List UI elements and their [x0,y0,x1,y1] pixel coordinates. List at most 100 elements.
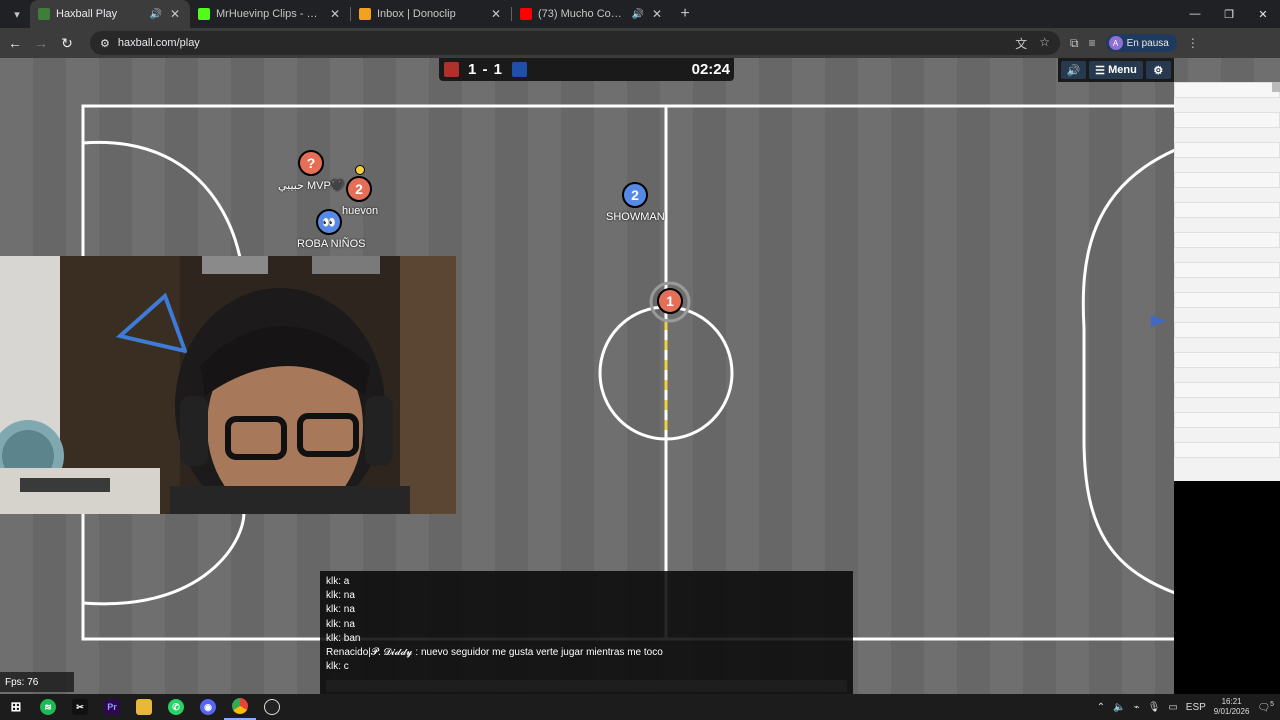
chrome-button[interactable] [224,694,256,720]
tab-kick-clips[interactable]: MrHuevinp Clips - Watch Live on ✕ [190,0,350,28]
haxball-favicon-icon [38,8,50,20]
toolbar-right: ⧉ ≡ A En pausa ⋮ [1070,34,1199,52]
desktop: ▾ Haxball Play 🔊 ✕ MrHuevinp Clips - Wat… [0,0,1280,720]
back-icon[interactable]: ← [2,30,28,56]
profile-button[interactable]: A En pausa [1105,34,1177,52]
reload-icon[interactable]: ↻ [54,30,80,56]
webcam-feed [0,256,456,514]
profile-status: En pausa [1126,37,1169,49]
wall-brick [1174,232,1280,248]
player-disc-blue: 👀 [316,209,342,235]
tab-haxball[interactable]: Haxball Play 🔊 ✕ [30,0,190,28]
close-tab-icon[interactable]: ✕ [489,7,503,21]
wall-brick [1174,352,1280,368]
game-menu-bar: 🔊 ☰ Menu ⚙ [1058,58,1174,82]
notifications-icon[interactable]: 🗨5 [1257,701,1274,713]
whatsapp-button[interactable]: ✆ [160,694,192,720]
bookmark-star-icon[interactable]: ☆ [1039,35,1050,52]
notification-count: 5 [1270,700,1274,708]
clock[interactable]: 16:21 9/01/2026 [1214,697,1250,717]
tab-donoclip[interactable]: Inbox | Donoclip ✕ [351,0,511,28]
close-tab-icon[interactable]: ✕ [168,7,182,21]
network-icon[interactable]: ⌁ [1134,702,1140,713]
volume-icon[interactable]: 🔈 [1113,702,1125,713]
minimize-icon[interactable]: — [1178,0,1212,28]
player-disc-red: 1 [657,288,683,314]
fps-counter: Fps: 76 [0,672,74,692]
menu-button[interactable]: ☰ Menu [1089,61,1143,79]
avatar: A [1108,36,1123,50]
player-disc-red: ? [298,150,324,176]
discord-button[interactable]: ◉ [192,694,224,720]
tab-title: MrHuevinp Clips - Watch Live on [216,8,322,20]
wall-brick [1174,382,1280,398]
capcut-button[interactable]: ✂ [64,694,96,720]
close-tab-icon[interactable]: ✕ [328,7,342,21]
close-window-icon[interactable]: ✕ [1246,0,1280,28]
wall-brick [1174,442,1280,458]
wall-brick [1174,202,1280,218]
player-name: حبيبي MVP🖤 [278,180,345,192]
game-canvas[interactable]: 1 - 1 02:24 🔊 ☰ Menu ⚙ ? حبيبي MVP🖤 2 hu… [0,58,1280,694]
media-controls-icon[interactable]: ≡ [1089,36,1096,50]
wall-brick [1174,172,1280,188]
file-explorer-button[interactable] [128,694,160,720]
obs-button[interactable] [256,694,288,720]
tab-title: Haxball Play [56,8,118,20]
folder-icon [136,699,152,715]
speaker-icon[interactable]: 🔊 [632,9,644,20]
display-icon[interactable]: ▭ [1168,702,1177,713]
translate-icon[interactable]: 文 [1015,35,1027,52]
spotify-button[interactable]: ≋ [32,694,64,720]
side-panel [1174,82,1280,481]
language-indicator[interactable]: ESP [1186,702,1206,713]
tray-overflow-icon[interactable]: ⌃ [1097,702,1105,713]
extensions-icon[interactable]: ⧉ [1070,36,1079,51]
window-controls: — ❐ ✕ [1178,0,1280,28]
chat-message: klk: a [326,576,350,587]
browser-toolbar: ← → ↻ ⚙ haxball.com/play 文 ☆ ⧉ ≡ A En pa… [0,28,1280,58]
chat-message: klk: na [326,604,355,616]
close-tab-icon[interactable]: ✕ [650,7,664,21]
donoclip-favicon-icon [359,8,371,20]
clock-date: 9/01/2026 [1213,707,1250,716]
player-name: SHOWMAN [606,211,665,223]
start-button[interactable]: ⊞ [0,694,32,720]
chat-message: klk: na [326,618,355,630]
restore-icon[interactable]: ❐ [1212,0,1246,28]
chat-input[interactable] [326,680,847,692]
wall-brick [1174,82,1280,98]
discord-icon: ◉ [200,699,216,715]
chat-message: klk: c [326,661,349,673]
score: 1 - 1 [468,61,504,78]
tab-search-icon[interactable]: ▾ [4,3,30,25]
mic-icon[interactable]: 🎙 [1148,702,1161,713]
sound-toggle-icon[interactable]: 🔊 [1061,61,1087,79]
wall-brick [1174,142,1280,158]
player-disc-blue: 2 [622,182,648,208]
address-bar[interactable]: ⚙ haxball.com/play 文 ☆ [90,31,1060,55]
forward-icon[interactable]: → [28,30,54,56]
tab-youtube[interactable]: (73) Mucho Coqueteo 2 - J 🔊 ✕ [512,0,672,28]
speaker-icon[interactable]: 🔊 [150,9,162,20]
system-tray: ⌃ 🔈 ⌁ 🎙 ▭ ESP 16:21 9/01/2026 🗨5 [1097,697,1280,717]
chat-message: klk: na [326,590,355,602]
premiere-button[interactable]: Pr [96,694,128,720]
more-menu-icon[interactable]: ⋮ [1187,36,1199,50]
webcam-overlay [0,256,456,514]
site-info-icon[interactable]: ⚙ [100,37,110,50]
windows-icon: ⊞ [10,699,22,714]
spotify-icon: ≋ [40,699,56,715]
omnibox-actions: 文 ☆ [1015,35,1050,52]
settings-gear-icon[interactable]: ⚙ [1145,61,1171,79]
scrollbar-thumb[interactable] [1272,82,1280,92]
capcut-icon: ✂ [72,699,88,715]
obs-icon [264,699,280,715]
menu-label: Menu [1108,64,1137,76]
wall-brick [1174,112,1280,128]
new-tab-icon[interactable]: + [672,5,698,23]
wall-brick [1174,412,1280,428]
chat-message: klk: ban [326,632,361,644]
wall-brick [1174,262,1280,278]
chat-message: Renacido|𝓟. 𝓓𝓲𝓭𝓭𝔂 : nuevo seguidor me gu… [326,646,663,658]
